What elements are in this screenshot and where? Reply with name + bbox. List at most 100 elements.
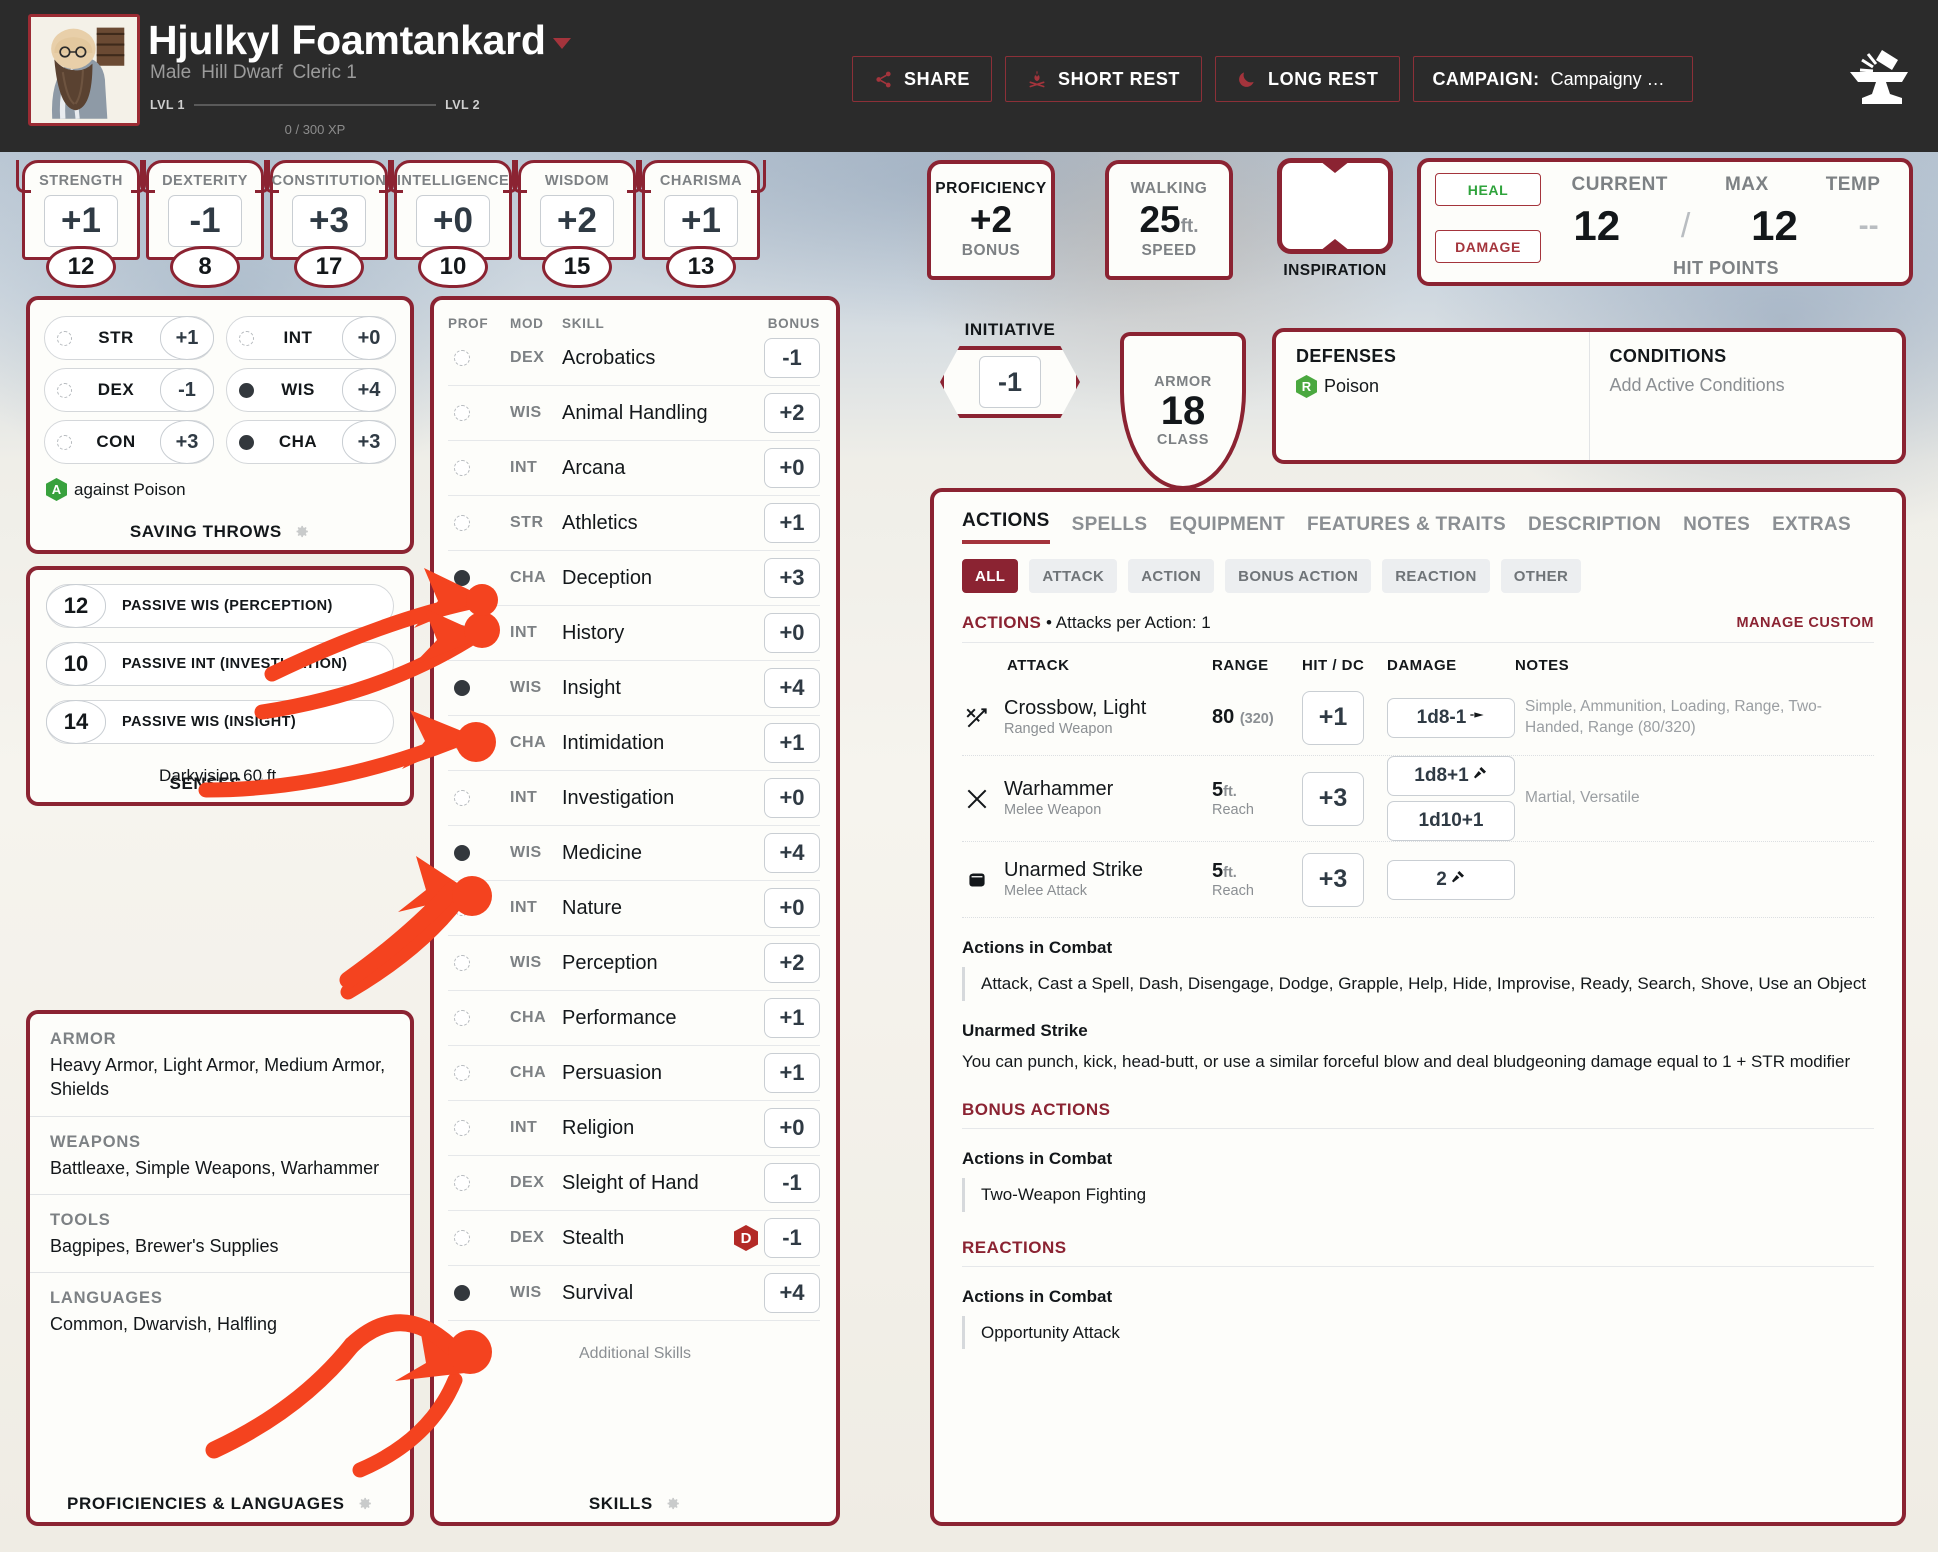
attack-row-crossbow-light[interactable]: Crossbow, Light Ranged Weapon 80 (320) +…: [962, 680, 1874, 756]
attack-hit-value[interactable]: +1: [1302, 690, 1364, 745]
skill-bonus-value[interactable]: +0: [764, 448, 820, 488]
ability-intelligence[interactable]: INTELLIGENCE +0 10: [388, 160, 518, 288]
ability-charisma-score[interactable]: 13: [666, 246, 736, 288]
walking-speed-box[interactable]: WALKING 25ft. SPEED: [1105, 160, 1233, 280]
skill-proficiency-toggle[interactable]: [448, 1175, 510, 1191]
skill-bonus-value[interactable]: +1: [764, 998, 820, 1038]
saving-throw-con[interactable]: CON +3: [44, 420, 214, 464]
attack-hit-value[interactable]: +3: [1302, 852, 1364, 907]
additional-skills-label[interactable]: Additional Skills: [434, 1345, 836, 1363]
skill-row-intimidation[interactable]: CHA Intimidation +1: [448, 716, 820, 771]
skill-bonus-value[interactable]: -1: [764, 1218, 820, 1258]
avatar[interactable]: [28, 14, 140, 126]
ability-wisdom-mod[interactable]: +2: [540, 195, 614, 247]
manage-custom-link[interactable]: MANAGE CUSTOM: [1736, 615, 1874, 631]
attack-damage-value[interactable]: 1d8+1: [1387, 756, 1515, 796]
skill-bonus-value[interactable]: +1: [764, 723, 820, 763]
filter-action[interactable]: ACTION: [1128, 559, 1215, 593]
skill-bonus-value[interactable]: -1: [764, 1163, 820, 1203]
skill-proficiency-toggle[interactable]: [448, 515, 510, 531]
skill-bonus-value[interactable]: +3: [764, 558, 820, 598]
skill-proficiency-toggle[interactable]: [448, 1285, 510, 1301]
sense-passive-insight[interactable]: 14 PASSIVE WIS (INSIGHT): [46, 700, 394, 744]
skill-row-deception[interactable]: CHA Deception +3: [448, 551, 820, 606]
skill-bonus-value[interactable]: +2: [764, 943, 820, 983]
heal-button[interactable]: HEAL: [1435, 173, 1541, 206]
ability-intelligence-mod[interactable]: +0: [416, 195, 490, 247]
skill-proficiency-toggle[interactable]: [448, 460, 510, 476]
skill-row-performance[interactable]: CHA Performance +1: [448, 991, 820, 1046]
tab-actions[interactable]: ACTIONS: [962, 510, 1050, 544]
skill-row-medicine[interactable]: WIS Medicine +4: [448, 826, 820, 881]
saving-throw-dex[interactable]: DEX -1: [44, 368, 214, 412]
xp-text[interactable]: 0 / 300 XP: [150, 122, 480, 137]
filter-reaction[interactable]: REACTION: [1382, 559, 1490, 593]
inspiration-box[interactable]: [1277, 158, 1393, 254]
ability-dexterity-score[interactable]: 8: [170, 246, 240, 288]
skill-proficiency-toggle[interactable]: [448, 1120, 510, 1136]
saving-throw-cha[interactable]: CHA +3: [226, 420, 396, 464]
saving-throw-str[interactable]: STR +1: [44, 316, 214, 360]
conditions-placeholder[interactable]: Add Active Conditions: [1610, 375, 1903, 396]
tab-extras[interactable]: EXTRAS: [1772, 514, 1851, 544]
initiative-block[interactable]: INITIATIVE -1: [940, 320, 1080, 418]
ability-constitution-score[interactable]: 17: [294, 246, 364, 288]
skill-row-acrobatics[interactable]: DEX Acrobatics -1: [448, 331, 820, 386]
skill-proficiency-toggle[interactable]: [448, 570, 510, 586]
skill-proficiency-toggle[interactable]: [448, 845, 510, 861]
skill-bonus-value[interactable]: +0: [764, 1108, 820, 1148]
ability-constitution[interactable]: CONSTITUTION +3 17: [264, 160, 394, 288]
gear-icon[interactable]: [293, 523, 310, 545]
ability-strength-mod[interactable]: +1: [44, 195, 118, 247]
hp-max-value[interactable]: 12: [1751, 202, 1798, 250]
tab-notes[interactable]: NOTES: [1683, 514, 1750, 544]
ability-charisma-mod[interactable]: +1: [664, 195, 738, 247]
gear-icon[interactable]: [356, 1495, 373, 1517]
long-rest-button[interactable]: LONG REST: [1215, 56, 1401, 102]
skill-row-arcana[interactable]: INT Arcana +0: [448, 441, 820, 496]
sense-passive-perception[interactable]: 12 PASSIVE WIS (PERCEPTION): [46, 584, 394, 628]
skill-row-animal-handling[interactable]: WIS Animal Handling +2: [448, 386, 820, 441]
attack-damage-versatile[interactable]: 1d10+1: [1387, 801, 1515, 841]
attack-damage-value[interactable]: 1d8-1: [1387, 697, 1515, 738]
proficiency-bonus-box[interactable]: PROFICIENCY +2 BONUS: [927, 160, 1055, 280]
damage-button[interactable]: DAMAGE: [1435, 230, 1541, 263]
skill-row-insight[interactable]: WIS Insight +4: [448, 661, 820, 716]
ability-charisma[interactable]: CHARISMA +1 13: [636, 160, 766, 288]
skill-proficiency-toggle[interactable]: [448, 1010, 510, 1026]
ability-wisdom-score[interactable]: 15: [542, 246, 612, 288]
skill-bonus-value[interactable]: +4: [764, 668, 820, 708]
attack-hit-value[interactable]: +3: [1302, 771, 1364, 826]
attack-damage-value[interactable]: 2: [1387, 859, 1515, 900]
skill-row-history[interactable]: INT History +0: [448, 606, 820, 661]
tab-features-traits[interactable]: FEATURES & TRAITS: [1307, 514, 1506, 544]
skill-proficiency-toggle[interactable]: [448, 955, 510, 971]
skill-proficiency-toggle[interactable]: [448, 900, 510, 916]
skill-bonus-value[interactable]: +0: [764, 613, 820, 653]
ability-intelligence-score[interactable]: 10: [418, 246, 488, 288]
ability-strength-score[interactable]: 12: [46, 246, 116, 288]
ability-strength[interactable]: STRENGTH +1 12: [16, 160, 146, 288]
defense-item-poison[interactable]: R Poison: [1296, 375, 1589, 398]
skill-bonus-value[interactable]: -1: [764, 338, 820, 378]
tab-description[interactable]: DESCRIPTION: [1528, 514, 1661, 544]
ability-constitution-mod[interactable]: +3: [292, 195, 366, 247]
ability-dexterity-mod[interactable]: -1: [168, 195, 242, 247]
short-rest-button[interactable]: SHORT REST: [1005, 56, 1203, 102]
skill-proficiency-toggle[interactable]: [448, 790, 510, 806]
skill-bonus-value[interactable]: +4: [764, 833, 820, 873]
gear-icon[interactable]: [253, 775, 270, 797]
saving-throw-wis[interactable]: WIS +4: [226, 368, 396, 412]
ability-wisdom[interactable]: WISDOM +2 15: [512, 160, 642, 288]
skill-row-sleight-of-hand[interactable]: DEX Sleight of Hand -1: [448, 1156, 820, 1211]
skill-row-stealth[interactable]: DEX Stealth D -1: [448, 1211, 820, 1266]
skill-row-nature[interactable]: INT Nature +0: [448, 881, 820, 936]
anvil-icon[interactable]: [1846, 48, 1912, 111]
skill-proficiency-toggle[interactable]: [448, 350, 510, 366]
skill-bonus-value[interactable]: +1: [764, 1053, 820, 1093]
sense-passive-investigation[interactable]: 10 PASSIVE INT (INVESTIGATION): [46, 642, 394, 686]
filter-all[interactable]: ALL: [962, 559, 1019, 593]
skill-bonus-value[interactable]: +4: [764, 1273, 820, 1313]
initiative-hex[interactable]: -1: [940, 346, 1080, 418]
skill-row-perception[interactable]: WIS Perception +2: [448, 936, 820, 991]
